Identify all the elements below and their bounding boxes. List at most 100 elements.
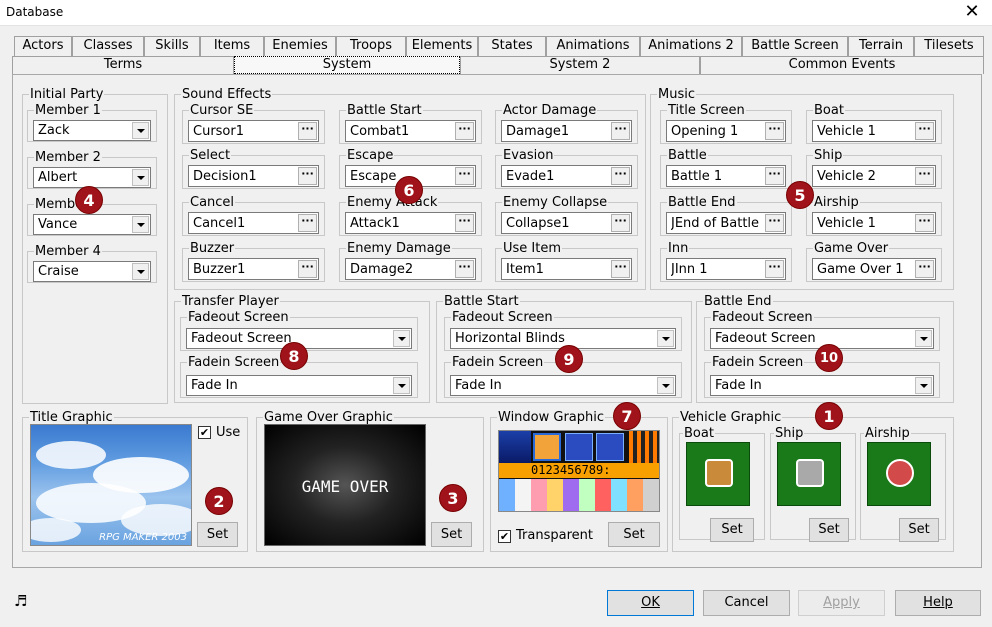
chevron-down-icon[interactable] [915,377,932,394]
chevron-down-icon[interactable] [132,263,149,280]
chevron-down-icon[interactable] [132,122,149,139]
sfx-actor-damage-field[interactable]: Damage1 ··· [501,120,632,142]
vehicle-airship-image[interactable] [867,442,931,506]
sfx-use-item-field[interactable]: Item1 ··· [501,258,632,280]
browse-dots-icon[interactable]: ··· [765,167,784,185]
tab-states[interactable]: States [478,36,546,56]
use-checkbox[interactable]: ✔ [198,426,211,439]
browse-dots-icon[interactable]: ··· [765,214,784,232]
chevron-down-icon[interactable] [132,216,149,233]
browse-dots-icon[interactable]: ··· [611,260,630,278]
sfx-label: Use Item [503,241,562,256]
browse-dots-icon[interactable]: ··· [298,122,317,140]
sfx-battle-start-field[interactable]: Combat1 ··· [345,120,476,142]
chevron-down-icon[interactable] [915,330,932,347]
tab-enemies[interactable]: Enemies [264,36,336,56]
help-button[interactable]: Help [895,590,981,616]
party-member-4-select[interactable]: Craise [33,261,151,282]
sfx-enemy-attack-field[interactable]: Attack1 ··· [345,212,476,234]
browse-dots-icon[interactable]: ··· [455,167,474,185]
tab-items[interactable]: Items [200,36,264,56]
transfer-fadein-select[interactable]: Fade In [186,375,412,396]
tab-classes[interactable]: Classes [72,36,144,56]
gameover-graphic-image[interactable]: GAME OVER [264,424,426,546]
chevron-down-icon[interactable] [657,377,674,394]
chevron-down-icon[interactable] [393,330,410,347]
browse-dots-icon[interactable]: ··· [915,214,934,232]
browse-dots-icon[interactable]: ··· [915,260,934,278]
browse-dots-icon[interactable]: ··· [455,122,474,140]
tab-tilesets[interactable]: Tilesets [914,36,984,56]
tab-animations-2[interactable]: Animations 2 [640,36,742,56]
tab-system[interactable]: System [234,56,460,74]
tab-troops[interactable]: Troops [336,36,406,56]
browse-dots-icon[interactable]: ··· [915,122,934,140]
party-member-2-select[interactable]: Albert [33,167,151,188]
music-boat-field[interactable]: Vehicle 1 ··· [812,120,936,142]
transparent-checkbox[interactable]: ✔ [498,530,511,543]
window-skin-image[interactable]: 0123456789: [498,430,660,512]
browse-dots-icon[interactable]: ··· [915,167,934,185]
music-value: Vehicle 1 [817,216,876,231]
ok-button[interactable]: OK [607,590,694,616]
tab-common-events[interactable]: Common Events [700,56,984,74]
annotation-badge: 8 [280,342,308,370]
music-ship-field[interactable]: Vehicle 2 ··· [812,165,936,187]
title-graphic-image[interactable]: RPG MAKER 2003 [30,424,192,546]
tab-elements[interactable]: Elements [406,36,478,56]
music-title-screen-field[interactable]: Opening 1 ··· [666,120,786,142]
browse-dots-icon[interactable]: ··· [611,122,630,140]
tab-animations[interactable]: Animations [546,36,640,56]
music-airship-field[interactable]: Vehicle 1 ··· [812,212,936,234]
annotation-badge: 2 [205,487,233,515]
apply-button[interactable]: Apply [798,590,885,616]
sfx-cancel-field[interactable]: Cancel1 ··· [188,212,319,234]
browse-dots-icon[interactable]: ··· [298,214,317,232]
vehicle-ship-set-button[interactable]: Set [809,518,849,542]
cancel-button[interactable]: Cancel [703,590,790,616]
tab-terrain[interactable]: Terrain [848,36,914,56]
battle-start-fadein-select[interactable]: Fade In [450,375,676,396]
browse-dots-icon[interactable]: ··· [765,122,784,140]
sfx-enemy-collapse-field[interactable]: Collapse1 ··· [501,212,632,234]
party-member-4-group: Member 4 Craise [27,245,157,283]
party-member-3-select[interactable]: Vance [33,214,151,235]
window-set-button[interactable]: Set [608,522,660,547]
chevron-down-icon[interactable] [657,330,674,347]
music-battle-field[interactable]: Battle 1 ··· [666,165,786,187]
gameover-set-button[interactable]: Set [431,522,472,547]
sfx-cursor-se-field[interactable]: Cursor1 ··· [188,120,319,142]
music-label: Battle End [668,195,736,210]
party-member-1-select[interactable]: Zack [33,120,151,141]
sfx-label: Actor Damage [503,103,597,118]
browse-dots-icon[interactable]: ··· [298,167,317,185]
browse-dots-icon[interactable]: ··· [298,260,317,278]
vehicle-boat-image[interactable] [686,442,750,506]
chevron-down-icon[interactable] [132,169,149,186]
browse-dots-icon[interactable]: ··· [765,260,784,278]
tab-system-2[interactable]: System 2 [460,56,700,74]
battle-end-fadein-select[interactable]: Fade In [710,375,934,396]
tab-battle-screen[interactable]: Battle Screen [742,36,848,56]
browse-dots-icon[interactable]: ··· [455,260,474,278]
browse-dots-icon[interactable]: ··· [611,167,630,185]
tab-skills[interactable]: Skills [144,36,200,56]
sfx-enemy-damage-field[interactable]: Damage2 ··· [345,258,476,280]
sfx-buzzer-field[interactable]: Buzzer1 ··· [188,258,319,280]
close-icon[interactable]: ✕ [962,1,982,23]
music-battle-end-field[interactable]: JEnd of Battle 1 ··· [666,212,786,234]
vehicle-ship-image[interactable] [777,442,841,506]
title-set-button[interactable]: Set [197,522,238,547]
sfx-evasion-field[interactable]: Evade1 ··· [501,165,632,187]
music-inn-field[interactable]: JInn 1 ··· [666,258,786,280]
browse-dots-icon[interactable]: ··· [611,214,630,232]
music-game-over-field[interactable]: Game Over 1 ··· [812,258,936,280]
vehicle-boat-set-button[interactable]: Set [710,518,754,542]
sfx-select-field[interactable]: Decision1 ··· [188,165,319,187]
vehicle-airship-set-button[interactable]: Set [899,518,939,542]
sfx-value: Decision1 [193,169,257,184]
tab-terms[interactable]: Terms [12,56,234,74]
chevron-down-icon[interactable] [393,377,410,394]
tab-actors[interactable]: Actors [14,36,72,56]
browse-dots-icon[interactable]: ··· [455,214,474,232]
